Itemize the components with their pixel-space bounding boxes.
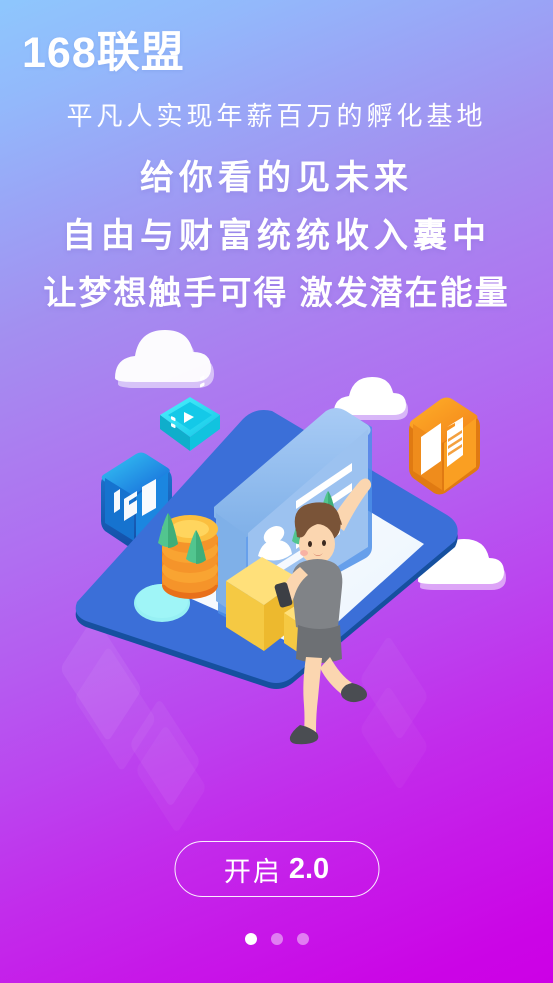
start-button-version: 2.0 <box>288 852 330 885</box>
start-button[interactable]: 开启 2.0 <box>174 841 379 897</box>
smartphone-icon <box>75 408 458 689</box>
headline-line-2: 自由与财富统统收入囊中 <box>62 217 491 255</box>
headline-line-3: 让梦想触手可得 激发潜在能量 <box>43 274 510 311</box>
page-indicator <box>244 933 309 945</box>
onboarding-screen: 168联盟 平凡人实现年薪百万的孵化基地 给你看的见未来 自由与财富统统收入囊中… <box>0 0 553 983</box>
page-dot-2[interactable] <box>270 933 283 945</box>
start-button-label: 开启 <box>223 856 282 887</box>
cloud-icon <box>115 330 214 388</box>
document-icon <box>409 397 480 495</box>
headline-line-1: 给你看的见未来 <box>140 159 413 197</box>
page-dot-3[interactable] <box>296 933 309 945</box>
app-logo: 168联盟 <box>22 29 185 77</box>
page-dot-1[interactable] <box>244 933 257 945</box>
hero-illustration <box>75 330 506 745</box>
app-subtitle: 平凡人实现年薪百万的孵化基地 <box>66 101 487 131</box>
